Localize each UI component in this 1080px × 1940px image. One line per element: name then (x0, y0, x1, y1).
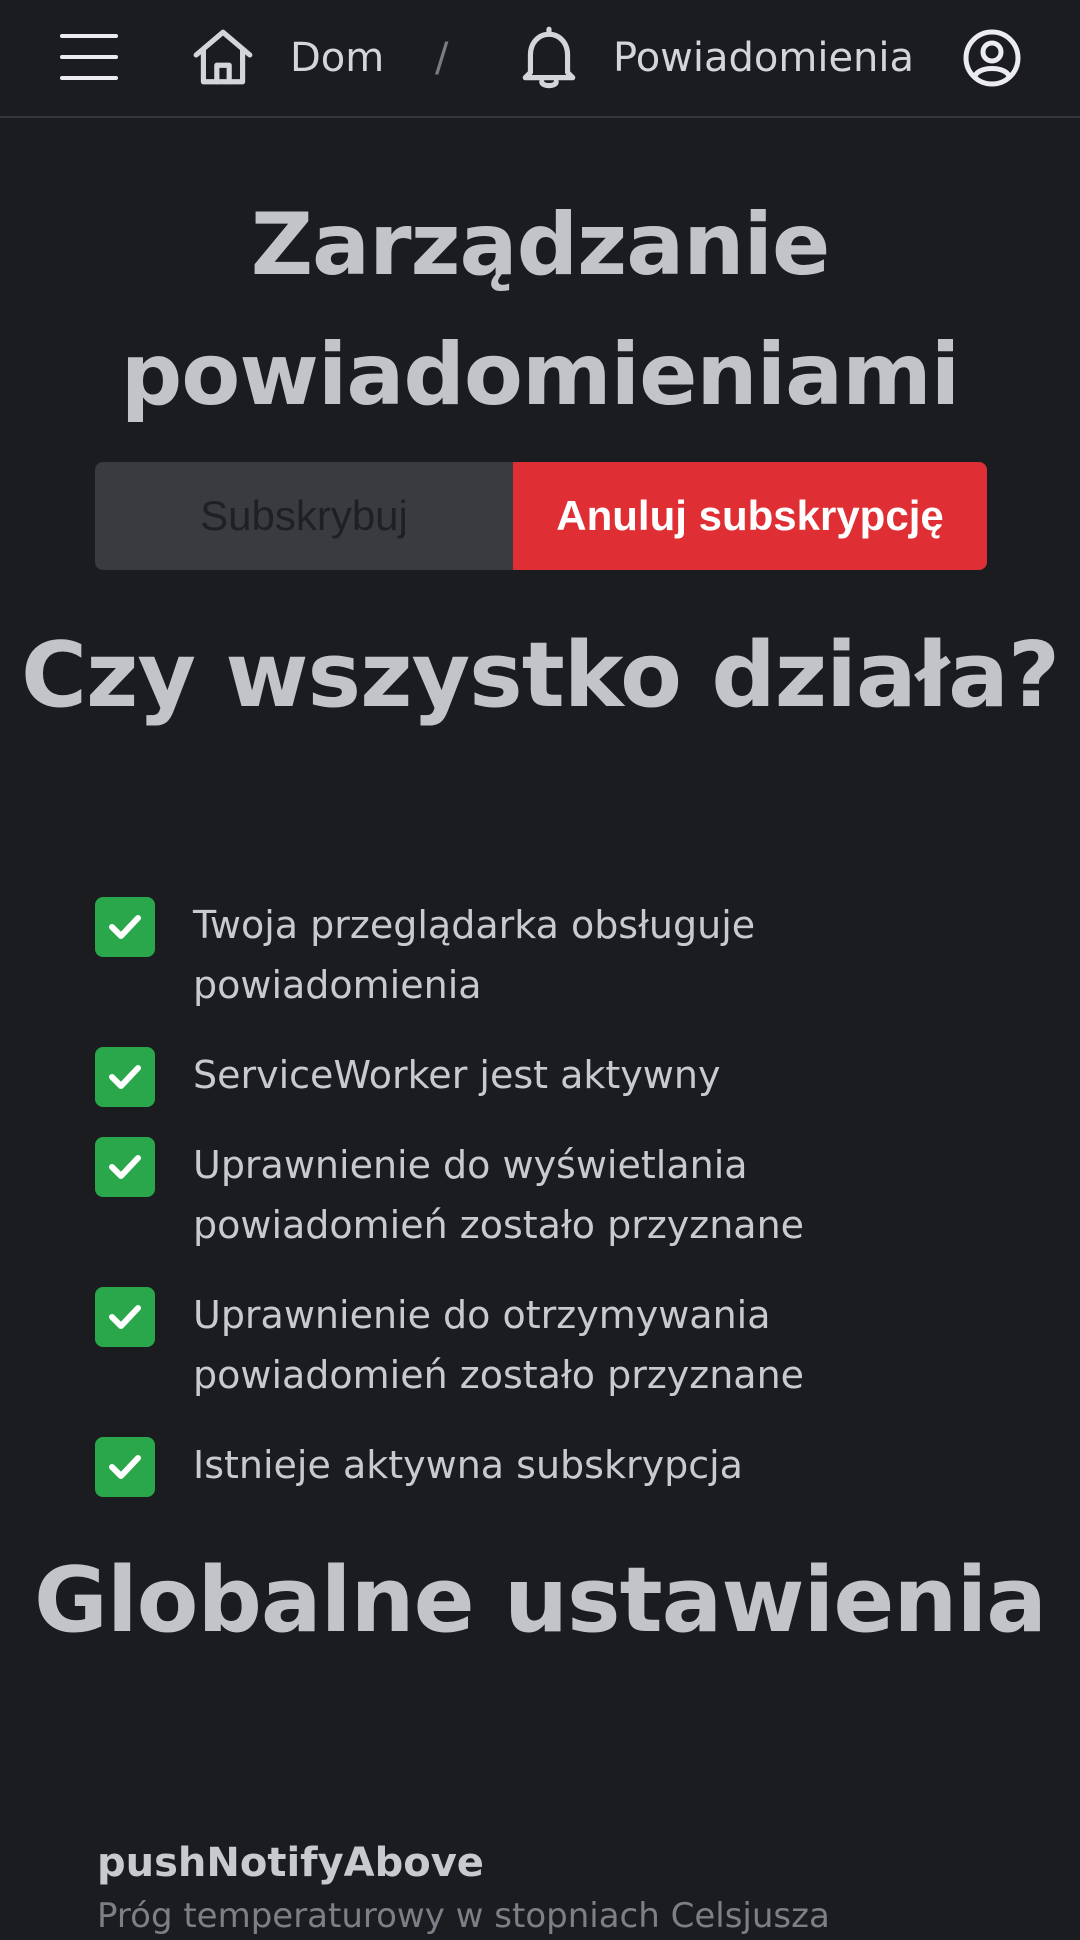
checkmark-icon (95, 1137, 155, 1197)
user-circle-icon[interactable] (962, 28, 1022, 88)
unsubscribe-button[interactable]: Anuluj subskrypcję (513, 462, 987, 570)
checkmark-icon (95, 1437, 155, 1497)
hamburger-menu-icon[interactable] (60, 34, 118, 80)
menu-line (60, 34, 118, 38)
status-label: ServiceWorker jest aktywny (193, 1053, 721, 1097)
setting-description: Próg temperaturowy w stopniach Celsjusza (97, 1896, 830, 1936)
page-title: Zarządzanie powiadomieniami (120, 195, 961, 425)
menu-line (60, 55, 118, 59)
status-section-title: Czy wszystko działa? (20, 623, 1060, 728)
breadcrumb-home-link[interactable]: Dom (290, 30, 384, 86)
checkmark-icon (95, 897, 155, 957)
global-settings-title: Globalne ustawienia (33, 1548, 1047, 1653)
checkmark-icon (95, 1047, 155, 1107)
subscribe-button[interactable]: Subskrybuj (95, 462, 513, 570)
status-label: Istnieje aktywna subskrypcja (193, 1443, 743, 1487)
checkmark-icon (95, 1287, 155, 1347)
breadcrumb-current: Powiadomienia (613, 35, 915, 81)
top-navigation-bar: Dom / Powiadomienia (0, 0, 1080, 118)
status-label: Uprawnienie do wyświetlania powiadomień … (193, 1143, 805, 1247)
bell-icon (522, 26, 576, 89)
breadcrumb-separator: / (435, 35, 449, 81)
home-icon[interactable] (190, 24, 256, 90)
setting-name: pushNotifyAbove (97, 1840, 484, 1886)
menu-line (60, 76, 118, 80)
status-label: Uprawnienie do otrzymywania powiadomień … (193, 1293, 805, 1397)
status-label: Twoja przeglądarka obsługuje powiadomien… (193, 903, 756, 1007)
subscription-toggle: Subskrybuj Anuluj subskrypcję (95, 462, 987, 570)
